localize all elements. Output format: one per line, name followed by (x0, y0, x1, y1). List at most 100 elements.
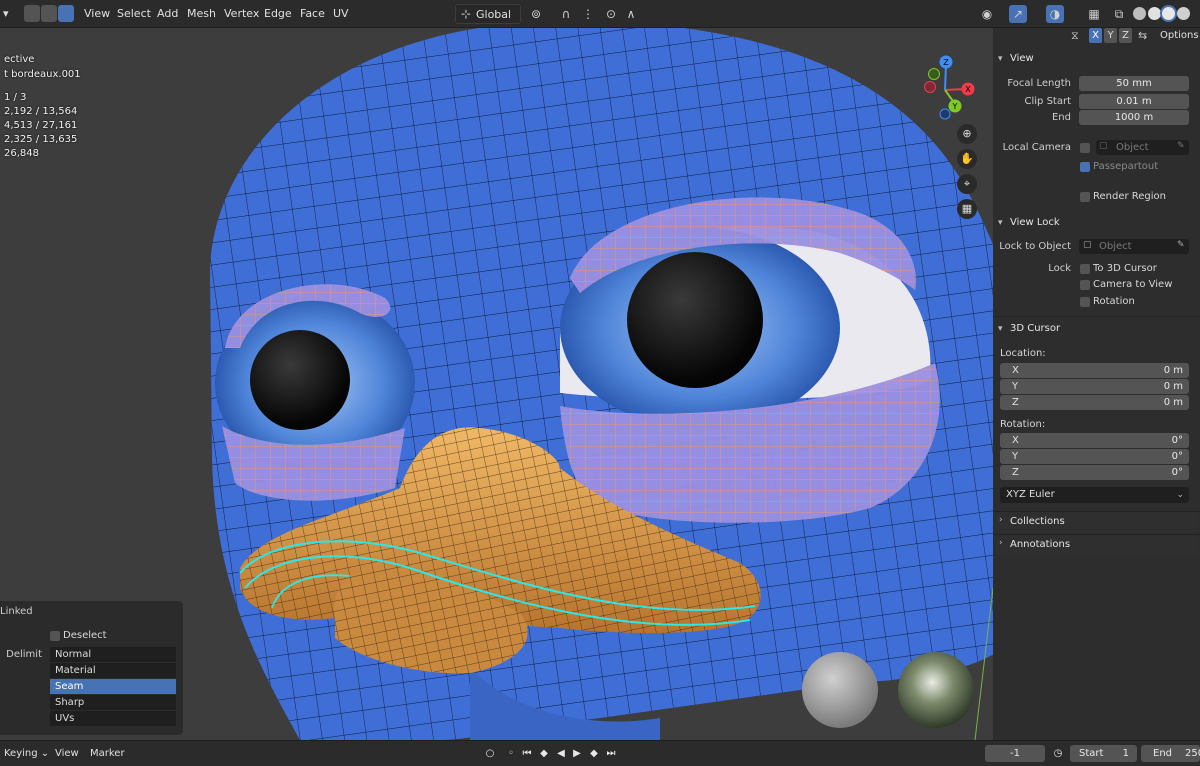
cursor-rotation-y-field[interactable]: Y 0° (1000, 449, 1189, 464)
visibility-eye-icon[interactable]: ◉ (978, 5, 996, 23)
stat-objects: 1 / 3 (4, 92, 27, 103)
lock-eyedropper-icon[interactable]: ✎ (1177, 240, 1185, 250)
keying-menu[interactable]: Keying ⌄ (4, 746, 49, 762)
view-collapse-icon[interactable]: ▾ (998, 54, 1003, 64)
eyedropper-icon[interactable]: ✎ (1177, 141, 1185, 151)
menu-face[interactable]: Face (295, 4, 330, 24)
lock-to-3d-cursor-checkbox[interactable] (1080, 264, 1090, 274)
falloff-icon[interactable]: ∧ (622, 5, 640, 23)
play-reverse-icon[interactable]: ◀ (553, 746, 569, 762)
menu-mesh[interactable]: Mesh (182, 4, 221, 24)
mesh-edit-overlays-icon[interactable]: ▦ (1085, 5, 1103, 23)
start-frame-field[interactable]: Start 1 (1070, 745, 1137, 762)
operator-title[interactable]: Linked (0, 606, 33, 617)
local-camera-checkbox[interactable] (1080, 143, 1090, 153)
active-object-name: t bordeaux.001 (4, 69, 81, 80)
mirror-x-toggle[interactable]: X (1089, 28, 1102, 43)
menu-view[interactable]: View (79, 4, 115, 24)
delimit-material-option[interactable]: Material (50, 663, 176, 679)
jump-to-start-icon[interactable]: ⏮ (519, 746, 535, 762)
delimit-uvs-option[interactable]: UVs (50, 711, 176, 727)
options-dropdown[interactable]: Options (1160, 28, 1200, 43)
edge-select-mode-button[interactable] (41, 5, 57, 22)
cursor-location-y-field[interactable]: Y 0 m (1000, 379, 1189, 394)
deselect-checkbox[interactable] (50, 631, 60, 641)
view-lock-section-title[interactable]: View Lock (1010, 217, 1060, 228)
local-camera-object-field[interactable]: Object (1096, 140, 1189, 155)
last-operator-panel: Linked Deselect Delimit Normal Material … (0, 601, 183, 735)
collections-panel-header[interactable]: › Collections (995, 512, 1198, 532)
cursor-collapse-icon[interactable]: ▾ (998, 324, 1003, 334)
cursor-section-title[interactable]: 3D Cursor (1010, 323, 1060, 334)
cursor-location-z-field[interactable]: Z 0 m (1000, 395, 1189, 410)
pan-hand-icon[interactable]: ✋ (957, 149, 977, 169)
passepartout-label: Passepartout (1093, 161, 1159, 172)
rotation-mode-dropdown[interactable]: XYZ Euler ⌄ (1000, 487, 1189, 503)
deselect-label: Deselect (63, 630, 107, 641)
delimit-normal-option[interactable]: Normal (50, 647, 176, 663)
play-icon[interactable]: ▶ (569, 746, 585, 762)
menu-vertex[interactable]: Vertex (219, 4, 264, 24)
camera-to-view-checkbox[interactable] (1080, 280, 1090, 290)
auto-keying-icon[interactable]: ○ (482, 746, 498, 762)
render-region-checkbox[interactable] (1080, 192, 1090, 202)
lock-rotation-checkbox[interactable] (1080, 297, 1090, 307)
pivot-point-icon[interactable]: ⊚ (527, 5, 545, 23)
gizmo-toggle-icon[interactable]: ↗ (1009, 5, 1027, 23)
zoom-icon[interactable]: ⊕ (957, 124, 977, 144)
current-frame-field[interactable]: -1 (985, 745, 1045, 762)
view-section-title[interactable]: View (1010, 53, 1034, 64)
mirror-y-toggle[interactable]: Y (1104, 28, 1117, 43)
end-frame-field[interactable]: End 250 (1141, 745, 1200, 762)
menu-edge[interactable]: Edge (259, 4, 297, 24)
preview-range-clock-icon[interactable]: ◷ (1050, 746, 1066, 762)
mode-dropdown-arrow[interactable]: ▾ (0, 4, 14, 24)
menu-add[interactable]: Add (152, 4, 183, 24)
topology-mirror-icon[interactable]: ⇆ (1138, 29, 1147, 42)
navigation-gizmo[interactable]: Z X Y (910, 52, 980, 122)
menu-select[interactable]: Select (112, 4, 156, 24)
face-select-mode-button[interactable] (58, 5, 74, 22)
timeline-view-menu[interactable]: View (55, 746, 79, 762)
view-lock-collapse-icon[interactable]: ▾ (998, 218, 1003, 228)
keyframe-insert-icon[interactable]: ◦ (503, 746, 519, 762)
previous-keyframe-icon[interactable]: ◆ (536, 746, 552, 762)
next-keyframe-icon[interactable]: ◆ (586, 746, 602, 762)
delimit-seam-option[interactable]: Seam (50, 679, 176, 695)
cursor-rotation-x-field[interactable]: X 0° (1000, 433, 1189, 448)
passepartout-checkbox[interactable] (1080, 162, 1090, 172)
mirror-z-toggle[interactable]: Z (1119, 28, 1132, 43)
snap-target-icon[interactable]: ⋮ (579, 5, 597, 23)
vertex-select-mode-button[interactable] (24, 5, 40, 22)
menu-uv[interactable]: UV (328, 4, 354, 24)
cursor-location-label: Location: (1000, 348, 1046, 359)
clip-end-field[interactable]: 1000 m (1079, 110, 1189, 125)
camera-view-icon[interactable]: ⌖ (957, 174, 977, 194)
snap-icon[interactable]: ∩ (557, 5, 575, 23)
cursor-location-y-axis: Y (1012, 381, 1019, 392)
material-preview-shading-icon[interactable] (1162, 7, 1175, 20)
wireframe-shading-icon[interactable] (1133, 7, 1146, 20)
lock-object-placeholder: Object (1099, 241, 1132, 252)
rendered-shading-icon[interactable] (1177, 7, 1190, 20)
gizmo-y-label: Y (952, 102, 958, 111)
cursor-rotation-z-field[interactable]: Z 0° (1000, 465, 1189, 480)
jump-to-end-icon[interactable]: ⏭ (603, 746, 619, 762)
solid-shading-icon[interactable] (1148, 7, 1161, 20)
ortho-grid-icon[interactable]: ▦ (957, 199, 977, 219)
overlays-toggle-icon[interactable]: ◑ (1046, 5, 1064, 23)
clip-start-field[interactable]: 0.01 m (1079, 94, 1189, 109)
rotation-mode-value: XYZ Euler (1006, 489, 1055, 500)
cursor-rotation-y-value: 0° (1171, 451, 1183, 462)
cursor-location-x-field[interactable]: X 0 m (1000, 363, 1189, 378)
timeline-marker-menu[interactable]: Marker (90, 746, 125, 762)
sidebar-n-panel: ⧖ X Y Z ⇆ Options ▾ View Focal Length 50… (993, 28, 1200, 740)
annotations-panel-header[interactable]: › Annotations (995, 535, 1198, 555)
xray-toggle-icon[interactable]: ⧉ (1110, 5, 1128, 23)
orientation-label: Global (476, 8, 512, 21)
focal-length-field[interactable]: 50 mm (1079, 76, 1189, 91)
lock-to-object-field[interactable]: Object (1079, 239, 1189, 254)
delimit-sharp-option[interactable]: Sharp (50, 695, 176, 711)
start-frame-value: 1 (1122, 748, 1129, 759)
proportional-edit-icon[interactable]: ⊙ (602, 5, 620, 23)
